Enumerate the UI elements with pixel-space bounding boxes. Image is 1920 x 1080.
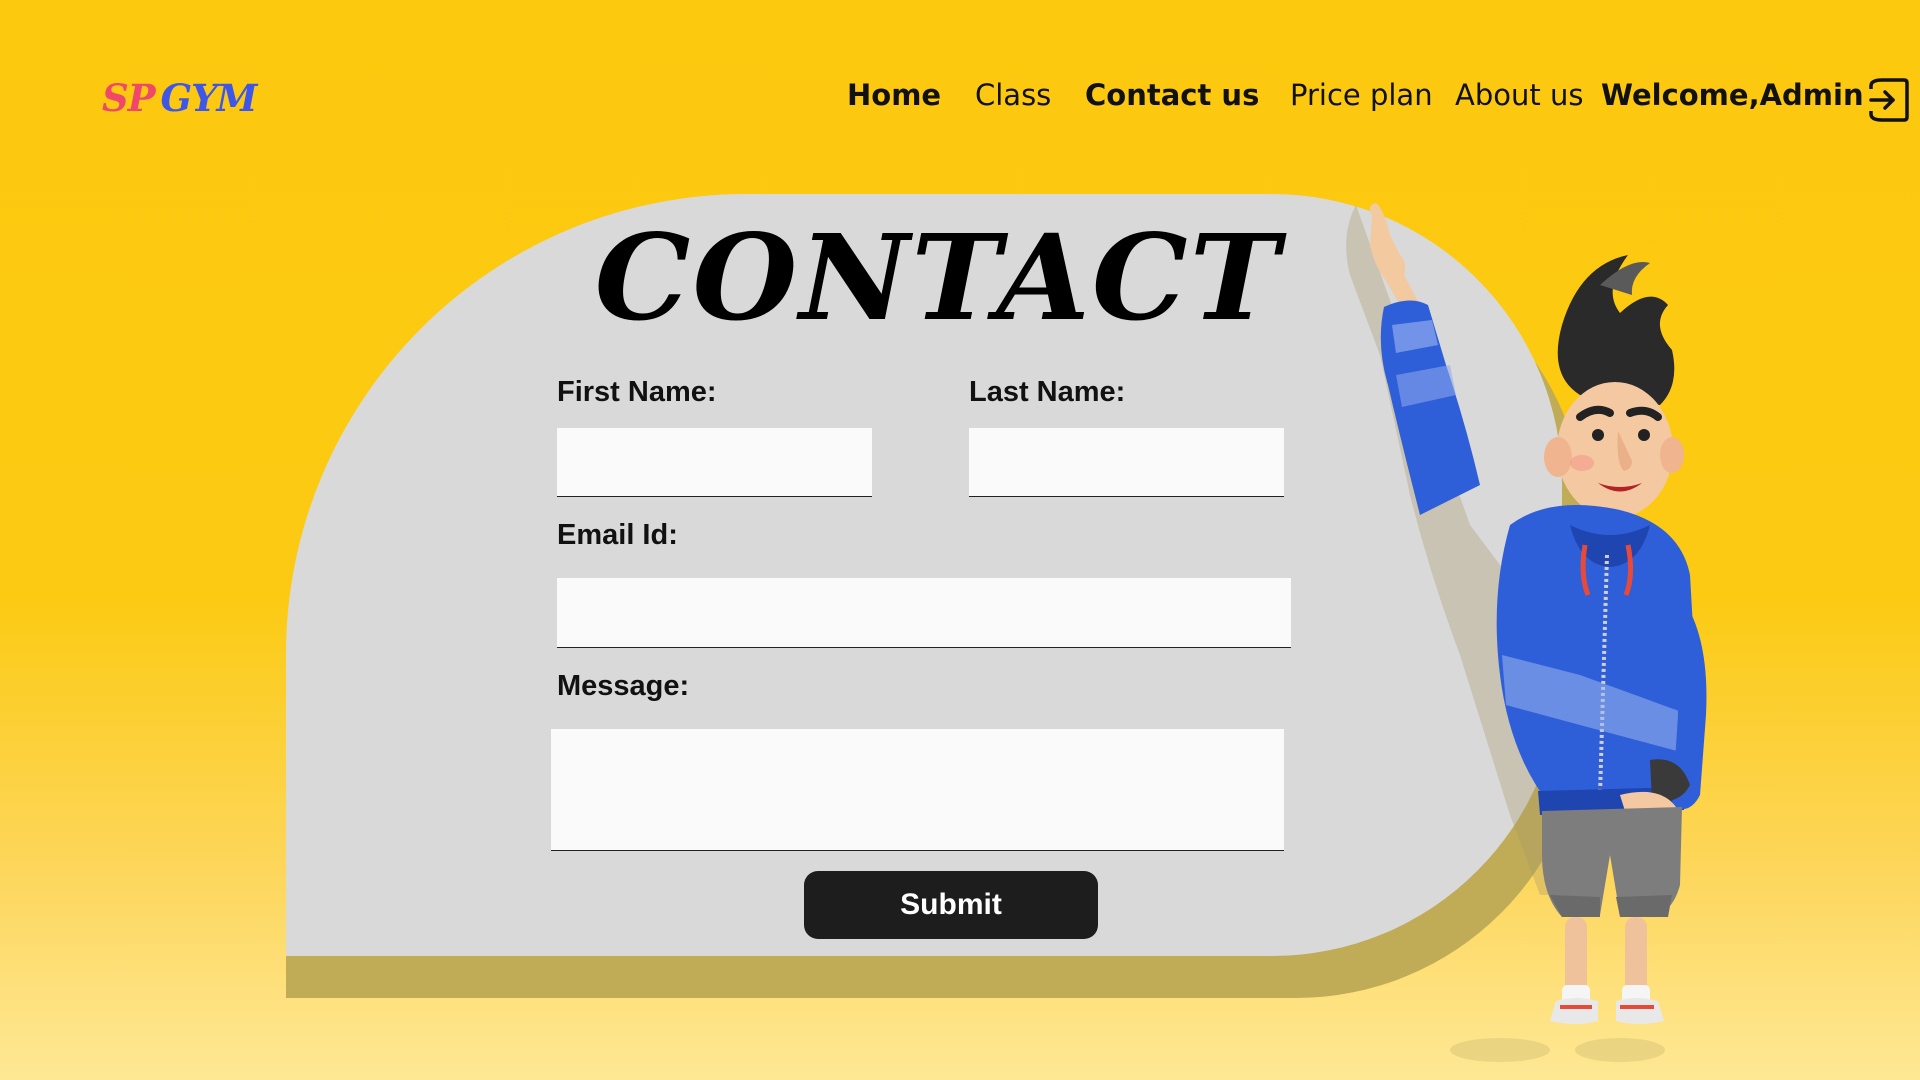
nav-about-us[interactable]: About us — [1455, 78, 1583, 112]
welcome-user: Welcome,Admin — [1601, 78, 1864, 112]
logo-sp: SP — [102, 76, 156, 120]
last-name-label: Last Name: — [969, 376, 1126, 408]
last-name-input[interactable] — [969, 428, 1284, 497]
first-name-label: First Name: — [557, 376, 717, 408]
submit-button[interactable]: Submit — [804, 871, 1098, 939]
nav-class[interactable]: Class — [975, 78, 1051, 112]
waving-character-illustration — [1346, 203, 1707, 1062]
message-textarea[interactable] — [551, 729, 1284, 851]
email-input[interactable] — [557, 578, 1291, 648]
brand-logo[interactable]: SP GYM — [102, 76, 258, 120]
nav-contact-us[interactable]: Contact us — [1085, 78, 1259, 112]
logo-gym: GYM — [160, 76, 258, 120]
first-name-input[interactable] — [557, 428, 872, 497]
nav-price-plan[interactable]: Price plan — [1290, 78, 1433, 112]
email-label: Email Id: — [557, 519, 678, 551]
logout-icon[interactable] — [1866, 76, 1910, 124]
message-label: Message: — [557, 670, 690, 702]
nav-home[interactable]: Home — [847, 78, 941, 112]
